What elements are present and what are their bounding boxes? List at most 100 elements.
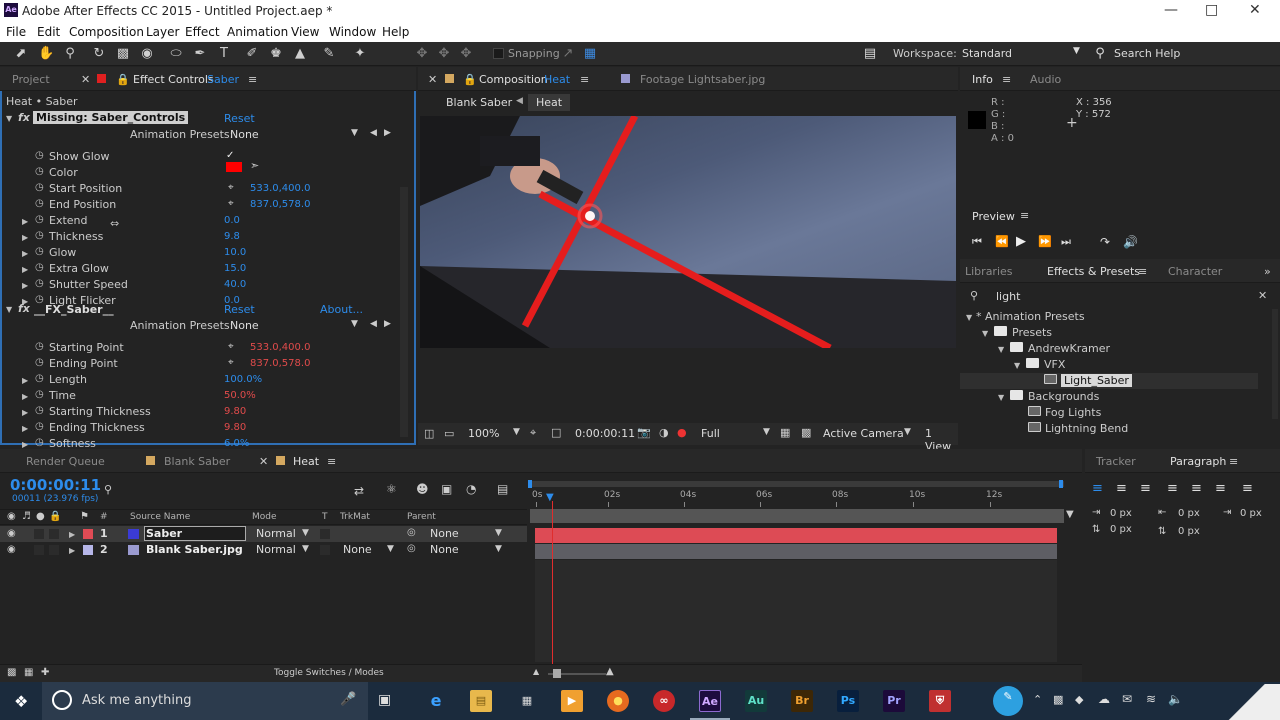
stopwatch-icon[interactable]: ◷ <box>35 389 44 400</box>
fx-icon[interactable]: fx <box>18 111 30 124</box>
world-axis-icon[interactable]: ✥ <box>436 46 452 62</box>
stopwatch-icon[interactable]: ◷ <box>35 230 44 241</box>
tree-expand-icon[interactable]: ▼ <box>1014 361 1020 370</box>
next-preset-icon[interactable]: ▶ <box>384 319 391 329</box>
menu-window[interactable]: Window <box>329 25 376 39</box>
parent-pickwhip-icon[interactable]: ◎ <box>407 543 416 554</box>
chevron-down-icon[interactable]: ▼ <box>351 319 358 329</box>
effect2-prop-value[interactable]: 9.80 <box>224 406 246 417</box>
stopwatch-icon[interactable]: ◷ <box>35 214 44 225</box>
chevron-down-icon[interactable]: ▼ <box>302 544 309 554</box>
layer-2-bar[interactable] <box>535 544 1057 559</box>
always-preview-icon[interactable]: ◫ <box>424 427 434 440</box>
selection-tool-icon[interactable]: ⬈ <box>13 46 29 62</box>
comp-button-icon[interactable]: ▼ <box>1066 509 1074 520</box>
expand-property-icon[interactable]: ▶ <box>22 424 28 433</box>
stopwatch-icon[interactable]: ◷ <box>35 246 44 257</box>
frame-blending-icon[interactable]: ▣ <box>441 482 452 496</box>
effect2-anim-presets-select[interactable]: None <box>230 319 259 332</box>
last-frame-icon[interactable]: ⏭ <box>1061 235 1071 249</box>
tab-libraries[interactable]: Libraries <box>965 265 1013 278</box>
show-hidden-icons-icon[interactable]: ⌃ <box>1033 693 1042 706</box>
menu-file[interactable]: File <box>6 25 26 39</box>
chevron-down-icon[interactable]: ▼ <box>387 544 394 554</box>
parent-pickwhip-icon[interactable]: ◎ <box>407 527 416 538</box>
ellipse-tool-icon[interactable]: ⬭ <box>168 46 184 62</box>
expand-property-icon[interactable]: ▶ <box>22 281 28 290</box>
camera-tool-icon[interactable]: ▩ <box>115 46 131 62</box>
audition-icon[interactable]: Au <box>745 690 767 712</box>
stopwatch-icon[interactable]: ◷ <box>35 278 44 289</box>
effect1-prop-value[interactable]: 837.0,578.0 <box>250 199 310 210</box>
effect1-prop-value[interactable]: 9.8 <box>224 231 240 242</box>
tree-expand-icon[interactable]: ▼ <box>998 345 1004 354</box>
tree-item[interactable]: Presets <box>1012 326 1052 339</box>
store-icon[interactable]: ▦ <box>516 690 538 712</box>
wifi-icon[interactable]: ≋ <box>1146 692 1156 706</box>
chevron-down-icon[interactable]: ▼ <box>351 128 358 138</box>
position-crosshair-icon[interactable]: ⌖ <box>228 198 234 209</box>
collapse-effect2-icon[interactable]: ▼ <box>6 305 12 314</box>
expand-property-icon[interactable]: ▶ <box>22 408 28 417</box>
chevron-down-icon[interactable]: ▼ <box>513 427 520 437</box>
close-tab-icon[interactable]: ✕ <box>259 455 268 468</box>
premiere-icon[interactable]: Pr <box>883 690 905 712</box>
chevron-down-icon[interactable]: ▼ <box>904 427 911 437</box>
color-swatch[interactable] <box>226 162 242 172</box>
camera-select[interactable]: Active Camera <box>823 427 904 440</box>
tray-app-icon[interactable]: ▩ <box>1053 693 1063 706</box>
indent-left-value[interactable]: 0 px <box>1110 508 1132 519</box>
expand-property-icon[interactable]: ▶ <box>22 376 28 385</box>
scrollbar[interactable] <box>400 187 408 437</box>
stopwatch-icon[interactable]: ◷ <box>35 182 44 193</box>
pen-tool-icon[interactable]: ✒ <box>192 46 208 62</box>
solo-toggle[interactable] <box>34 545 44 555</box>
lock-icon[interactable]: 🔒 <box>116 73 130 86</box>
type-tool-icon[interactable]: T <box>216 46 232 62</box>
expand-layer-icon[interactable]: ▶ <box>69 530 75 539</box>
effect2-prop-value[interactable]: 100.0% <box>224 374 262 385</box>
lock-icon[interactable]: 🔒 <box>463 73 477 86</box>
stopwatch-icon[interactable]: ◷ <box>35 166 44 177</box>
grid-icon[interactable]: ⌖ <box>530 426 536 440</box>
effect1-prop-value[interactable]: 15.0 <box>224 263 246 274</box>
lock-switch-icon[interactable]: 🔒 <box>49 511 61 522</box>
work-area-start-handle[interactable] <box>528 480 532 488</box>
audio-icon[interactable]: 🔊 <box>1123 235 1138 249</box>
prev-preset-icon[interactable]: ◀ <box>370 319 377 329</box>
chevron-down-icon[interactable]: ▼ <box>495 544 502 554</box>
eyedropper-icon[interactable]: ➣ <box>250 159 259 172</box>
microphone-icon[interactable]: 🎤 <box>340 692 356 707</box>
stopwatch-icon[interactable]: ◷ <box>35 150 44 161</box>
tab-project[interactable]: Project <box>12 73 50 86</box>
play-icon[interactable]: ▶ <box>1016 234 1026 249</box>
layer-label-color[interactable] <box>83 545 93 555</box>
draft-3d-icon[interactable]: ⚛ <box>386 482 397 496</box>
tree-item[interactable]: Lightning Bend <box>1045 422 1128 435</box>
chevron-down-icon[interactable]: ▼ <box>495 528 502 538</box>
tab-audio[interactable]: Audio <box>1030 73 1061 86</box>
eye-icon[interactable]: ◉ <box>7 528 16 539</box>
tree-expand-icon[interactable]: ▼ <box>998 393 1004 402</box>
bridge-icon[interactable]: Br <box>791 690 813 712</box>
toggle-switches-modes[interactable]: Toggle Switches / Modes <box>274 668 384 678</box>
menu-help[interactable]: Help <box>382 25 409 39</box>
tree-item[interactable]: AndrewKramer <box>1028 342 1110 355</box>
local-axis-icon[interactable]: ✥ <box>414 46 430 62</box>
clone-stamp-tool-icon[interactable]: ♚ <box>268 46 284 62</box>
tree-expand-icon[interactable]: ▼ <box>966 313 972 322</box>
chevron-down-icon[interactable]: ▼ <box>763 427 770 437</box>
tree-item[interactable]: Light_Saber <box>1061 374 1132 387</box>
expand-property-icon[interactable]: ▶ <box>22 265 28 274</box>
workspace-select[interactable]: Standard <box>962 47 1012 60</box>
layer-1-bar[interactable] <box>535 528 1057 543</box>
show-glow-checkbox[interactable]: ✓ <box>226 150 234 161</box>
tab-character[interactable]: Character <box>1168 265 1222 278</box>
work-area-bar[interactable] <box>530 481 1064 487</box>
current-timecode[interactable]: 0:00:00:11 <box>10 476 101 494</box>
prev-preset-icon[interactable]: ◀ <box>370 128 377 138</box>
puppet-tool-icon[interactable]: ✦ <box>352 46 368 62</box>
file-explorer-icon[interactable]: ▤ <box>470 690 492 712</box>
justify-left-icon[interactable]: ≡ <box>1167 481 1178 496</box>
show-snapshot-icon[interactable]: ◑ <box>659 426 669 439</box>
